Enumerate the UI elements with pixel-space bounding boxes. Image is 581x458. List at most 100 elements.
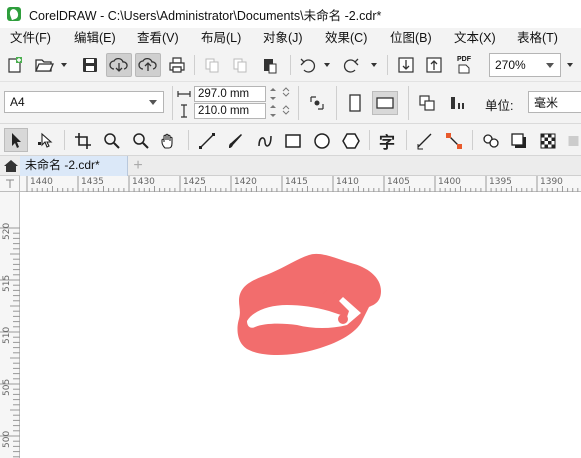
horizontal-ruler[interactable]: 1440 1435 1430 1425 1420 1415 1410 1405 …	[20, 176, 581, 192]
lock-ratio-icon[interactable]	[306, 92, 328, 114]
menu-table[interactable]: 表格(T)	[517, 28, 558, 48]
menu-bar: 文件(F) 编辑(E) 查看(V) 布局(L) 对象(J) 效果(C) 位图(B…	[0, 28, 581, 48]
export-icon[interactable]	[424, 55, 444, 75]
menu-file[interactable]: 文件(F)	[10, 28, 51, 48]
cloud-upload-icon[interactable]	[135, 53, 161, 77]
page-height-value: 210.0 mm	[198, 105, 250, 117]
page-height-spinner[interactable]	[268, 103, 278, 119]
connector-tool-icon[interactable]	[443, 130, 465, 152]
portrait-icon[interactable]	[344, 92, 366, 114]
page-height-icon	[176, 103, 192, 119]
new-document-icon[interactable]	[5, 55, 25, 75]
menu-layout[interactable]: 布局(L)	[201, 28, 241, 48]
vertical-ruler[interactable]: 520 515 510 505 500	[0, 192, 20, 458]
zoom-tool-icon[interactable]	[101, 130, 123, 152]
crop-tool-icon[interactable]	[72, 130, 94, 152]
polygon-tool-icon[interactable]	[340, 130, 362, 152]
all-pages-icon[interactable]	[416, 92, 438, 114]
menu-view[interactable]: 查看(V)	[137, 28, 179, 48]
v-ruler-label: 505	[2, 378, 12, 396]
menu-text[interactable]: 文本(X)	[454, 28, 496, 48]
page-width-input[interactable]: 297.0 mm	[194, 86, 266, 102]
h-ruler-label: 1420	[234, 177, 257, 187]
ruler-origin[interactable]	[0, 176, 20, 192]
undo-dropdown-caret[interactable]	[324, 63, 330, 67]
steak-icon[interactable]	[21, 193, 581, 458]
publish-pdf-icon[interactable]: PDF	[453, 54, 475, 76]
zoom-level-dropdown[interactable]: 270%	[489, 53, 561, 77]
menu-effects[interactable]: 效果(C)	[325, 28, 367, 48]
landscape-icon[interactable]	[372, 91, 398, 115]
pan-tool-icon[interactable]	[158, 130, 180, 152]
separator	[369, 130, 370, 150]
freehand-tool-icon[interactable]	[196, 130, 218, 152]
h-ruler-label: 1390	[540, 177, 563, 187]
document-tab-bar: 未命名 -2.cdr* +	[0, 156, 581, 176]
height-spin-arrows-icon[interactable]	[280, 104, 292, 116]
drop-shadow-icon[interactable]	[508, 130, 530, 152]
separator	[172, 86, 173, 120]
import-icon[interactable]	[396, 55, 416, 75]
artistic-media-icon[interactable]	[225, 130, 247, 152]
h-ruler-label: 1415	[285, 177, 308, 187]
zoom-level-value: 270%	[495, 58, 526, 72]
h-ruler-label: 1400	[438, 177, 461, 187]
page-height-input[interactable]: 210.0 mm	[194, 103, 266, 119]
parallel-dimension-icon[interactable]	[414, 130, 436, 152]
units-value: 毫米	[534, 95, 559, 110]
page-size-value: A4	[10, 95, 25, 109]
window-title: CorelDRAW - C:\Users\Administrator\Docum…	[29, 8, 382, 23]
current-page-icon[interactable]	[446, 92, 468, 114]
h-ruler-label: 1395	[489, 177, 512, 187]
v-ruler-label: 520	[2, 222, 12, 240]
h-ruler-label: 1440	[30, 177, 53, 187]
cloud-download-icon[interactable]	[106, 53, 132, 77]
text-tool-icon[interactable]: 字	[376, 130, 398, 152]
pick-tool-icon[interactable]	[4, 128, 28, 152]
standard-toolbar: PDF 270%	[0, 48, 581, 82]
shape-tool-icon[interactable]	[35, 130, 57, 152]
paste-icon[interactable]	[260, 55, 280, 75]
menu-bitmap[interactable]: 位图(B)	[390, 28, 432, 48]
print-icon[interactable]	[167, 55, 187, 75]
ellipse-tool-icon[interactable]	[311, 130, 333, 152]
h-ruler-label: 1430	[132, 177, 155, 187]
page-size-dropdown[interactable]: A4	[4, 91, 164, 113]
units-dropdown[interactable]: 毫米	[528, 91, 581, 113]
h-ruler-label: 1410	[336, 177, 359, 187]
tab-document[interactable]: 未命名 -2.cdr*	[20, 156, 128, 176]
blend-tool-icon[interactable]	[480, 130, 502, 152]
undo-icon[interactable]	[298, 55, 318, 75]
save-icon[interactable]	[80, 55, 100, 75]
open-icon[interactable]	[33, 55, 55, 75]
cut-icon[interactable]	[202, 55, 222, 75]
coreldraw-logo-icon	[7, 7, 21, 21]
separator	[64, 130, 65, 150]
add-tab-button[interactable]: +	[130, 158, 146, 174]
transparency-icon[interactable]	[537, 130, 559, 152]
width-spin-arrows-icon[interactable]	[280, 86, 292, 98]
units-label: 单位:	[485, 99, 514, 113]
h-ruler-label: 1425	[183, 177, 206, 187]
bezier-tool-icon[interactable]	[254, 130, 276, 152]
open-dropdown-caret[interactable]	[61, 63, 67, 67]
menu-edit[interactable]: 编辑(E)	[74, 28, 116, 48]
redo-icon[interactable]	[341, 55, 361, 75]
redo-dropdown-caret[interactable]	[371, 63, 377, 67]
copy-icon[interactable]	[230, 55, 250, 75]
page-width-spinner[interactable]	[268, 86, 278, 102]
v-ruler-label: 500	[2, 430, 12, 448]
zoom-presets-caret[interactable]	[567, 63, 573, 67]
drawing-canvas[interactable]	[21, 193, 581, 458]
page-width-value: 297.0 mm	[198, 88, 250, 100]
zoom-out-icon[interactable]	[130, 130, 152, 152]
separator	[188, 130, 189, 150]
separator	[290, 55, 291, 75]
color-eyedropper-icon[interactable]	[566, 130, 581, 152]
rectangle-tool-icon[interactable]	[282, 130, 304, 152]
property-bar: A4 297.0 mm 210.0 mm 单位: 毫米	[0, 82, 581, 124]
h-ruler-label: 1435	[81, 177, 104, 187]
menu-object[interactable]: 对象(J)	[263, 28, 303, 48]
separator	[408, 86, 409, 120]
home-icon[interactable]	[2, 157, 19, 174]
